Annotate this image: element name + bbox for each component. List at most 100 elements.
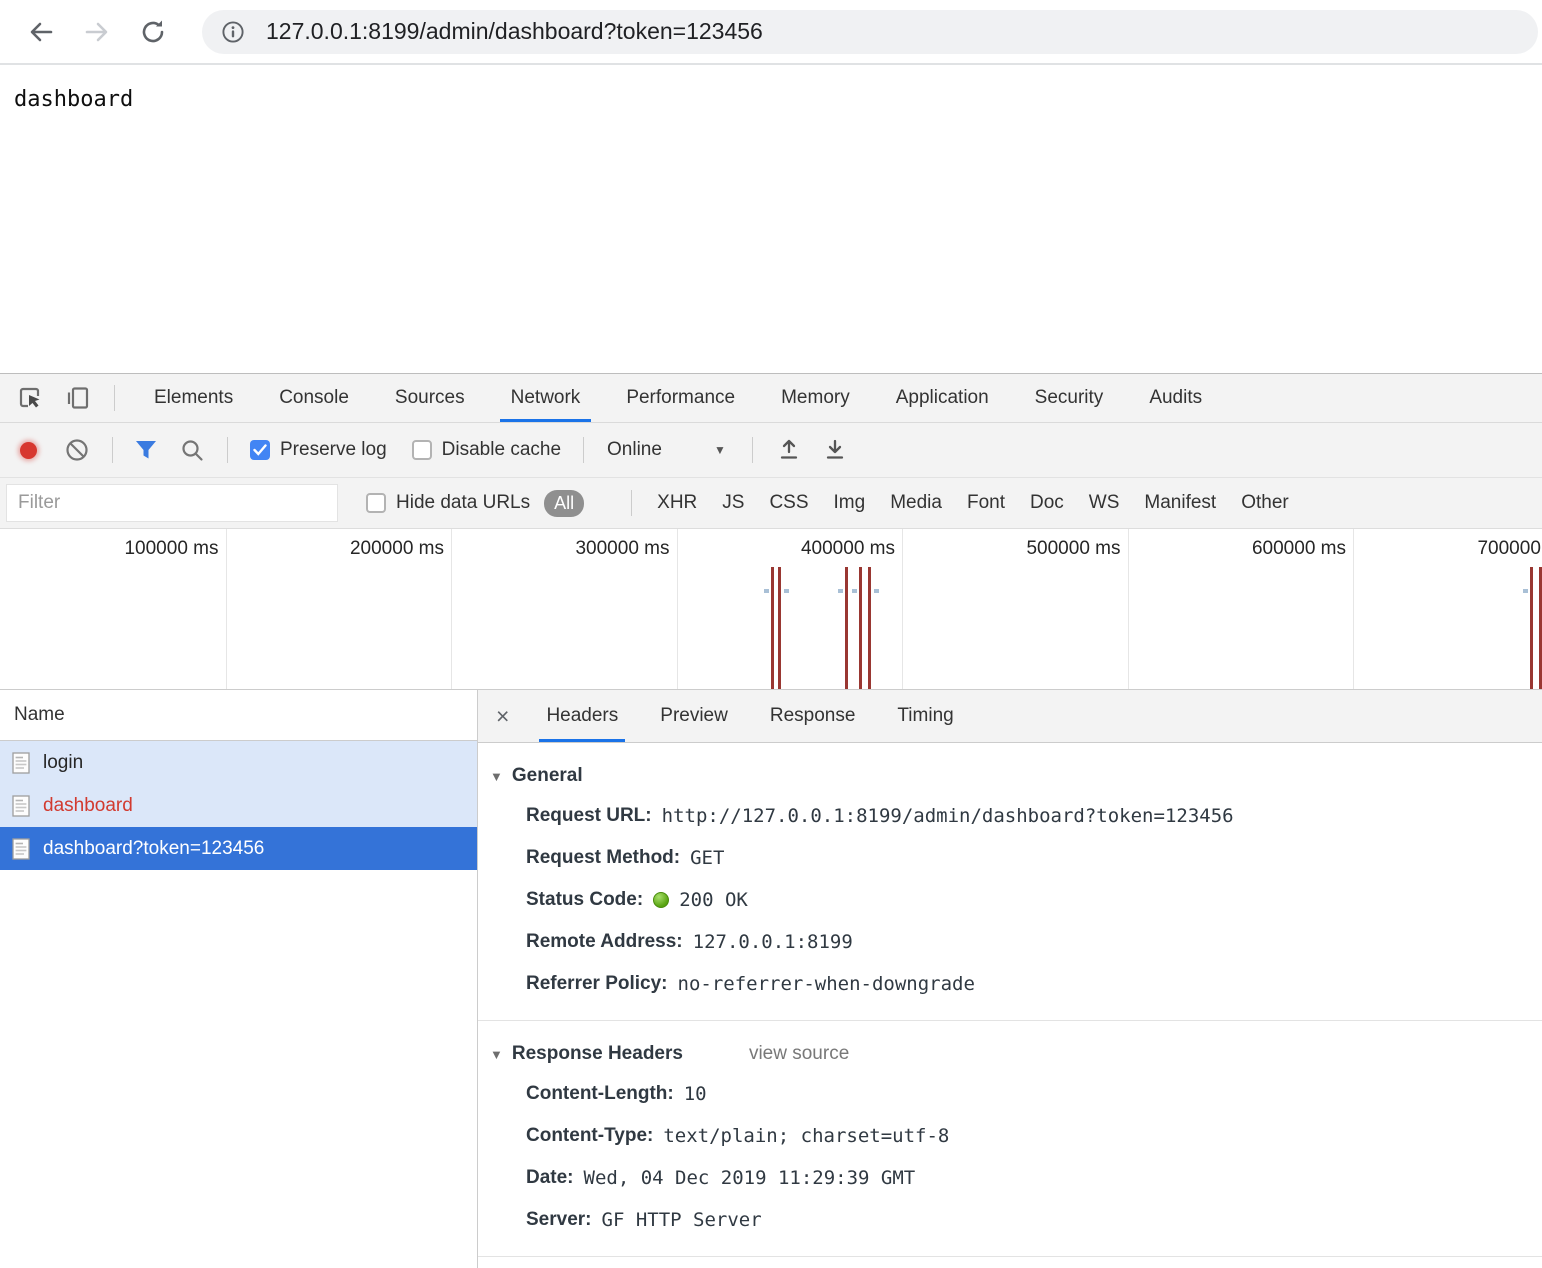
timeline-event-dot [1523, 589, 1528, 593]
throttling-dropdown[interactable]: Online ▼ [607, 439, 726, 461]
unchecked-checkbox-icon[interactable] [366, 493, 386, 513]
header-field-value: no-referrer-when-downgrade [678, 973, 975, 995]
header-field: Status Code:200 OK [526, 879, 1542, 921]
type-filter-media[interactable]: Media [890, 492, 942, 514]
timeline-event-dot [784, 589, 789, 593]
type-filter-all[interactable]: All [544, 490, 584, 517]
timeline-event-bar [778, 567, 781, 689]
request-name: dashboard?token=123456 [43, 838, 264, 860]
divider [227, 437, 228, 463]
type-filter-font[interactable]: Font [967, 492, 1005, 514]
timeline-event-dot [852, 589, 857, 593]
header-field-value: 10 [684, 1083, 707, 1105]
header-field: Remote Address:127.0.0.1:8199 [526, 921, 1542, 963]
header-field-value: GET [690, 847, 724, 869]
page-body-text: dashboard [14, 87, 133, 112]
details-tab-timing[interactable]: Timing [876, 690, 974, 742]
timeline-gridline [1128, 529, 1129, 689]
type-filter-other[interactable]: Other [1241, 492, 1289, 514]
details-tab-response[interactable]: Response [749, 690, 877, 742]
general-section-title: General [512, 765, 583, 787]
type-filter-doc[interactable]: Doc [1030, 492, 1064, 514]
type-filter-ws[interactable]: WS [1089, 492, 1120, 514]
general-section-header[interactable]: ▼ General [490, 765, 1542, 787]
timeline-gridline [451, 529, 452, 689]
unchecked-checkbox-icon[interactable] [412, 440, 432, 460]
details-tab-bar: × HeadersPreviewResponseTiming [478, 690, 1542, 743]
site-info-icon[interactable] [220, 19, 246, 45]
devtools-tab-performance[interactable]: Performance [603, 374, 758, 422]
header-field-label: Status Code: [526, 889, 643, 911]
checked-checkbox-icon[interactable] [250, 440, 270, 460]
header-field-value: 127.0.0.1:8199 [693, 931, 853, 953]
devtools-main-tabs: ElementsConsoleSourcesNetworkPerformance… [131, 374, 1225, 422]
devtools-tab-audits[interactable]: Audits [1126, 374, 1225, 422]
details-tabs: HeadersPreviewResponseTiming [525, 690, 974, 742]
import-har-icon[interactable] [777, 438, 801, 462]
type-filter-js[interactable]: JS [722, 492, 744, 514]
request-name: dashboard [43, 795, 133, 817]
request-row-2[interactable]: dashboard [0, 784, 477, 827]
filter-input[interactable] [6, 484, 338, 522]
forward-icon[interactable] [82, 17, 112, 47]
header-field: Date:Wed, 04 Dec 2019 11:29:39 GMT [526, 1157, 1542, 1199]
export-har-icon[interactable] [823, 438, 847, 462]
header-field-label: Request URL: [526, 805, 652, 827]
response-headers-section-header[interactable]: ▼ Response Headers view source [490, 1043, 1542, 1065]
request-row-3[interactable]: dashboard?token=123456 [0, 827, 477, 870]
hide-data-urls-checkbox[interactable]: Hide data URLs [366, 492, 530, 514]
timeline-gridline [902, 529, 903, 689]
timeline-overview[interactable]: 100000 ms200000 ms300000 ms400000 ms5000… [0, 529, 1542, 690]
timeline-tick-label: 600000 ms [1146, 538, 1346, 560]
preserve-log-checkbox[interactable]: Preserve log [250, 439, 387, 461]
type-filter-manifest[interactable]: Manifest [1144, 492, 1216, 514]
disable-cache-label: Disable cache [442, 439, 561, 461]
request-row-1[interactable]: login [0, 741, 477, 784]
header-field: Request Method: GET [526, 837, 1542, 879]
devtools-tab-memory[interactable]: Memory [758, 374, 873, 422]
type-filter-css[interactable]: CSS [769, 492, 808, 514]
devtools-tab-network[interactable]: Network [488, 374, 604, 422]
clear-icon[interactable] [64, 437, 90, 463]
header-field: Referrer Policy:no-referrer-when-downgra… [526, 963, 1542, 1005]
type-filter-xhr[interactable]: XHR [657, 492, 697, 514]
device-toolbar-icon[interactable] [64, 384, 92, 412]
filter-icon[interactable] [133, 437, 159, 463]
timeline-tick-label: 100000 ms [19, 538, 219, 560]
reload-icon[interactable] [138, 17, 168, 47]
back-icon[interactable] [26, 17, 56, 47]
timeline-gridline [226, 529, 227, 689]
request-details-panel: × HeadersPreviewResponseTiming ▼ General… [478, 690, 1542, 1268]
browser-toolbar [0, 0, 1542, 65]
type-filter-img[interactable]: Img [834, 492, 866, 514]
general-rows: Request URL: http://127.0.0.1:8199/admin/… [526, 795, 1542, 1005]
timeline-tick-label: 500000 ms [921, 538, 1121, 560]
view-source-link[interactable]: view source [749, 1043, 849, 1065]
inspect-element-icon[interactable] [16, 384, 44, 412]
divider [114, 385, 115, 411]
devtools-tab-elements[interactable]: Elements [131, 374, 256, 422]
preserve-log-label: Preserve log [280, 439, 387, 461]
devtools-tab-sources[interactable]: Sources [372, 374, 488, 422]
devtools-panel: ElementsConsoleSourcesNetworkPerformance… [0, 373, 1542, 1268]
timeline-event-bar [868, 567, 871, 689]
disable-cache-checkbox[interactable]: Disable cache [412, 439, 561, 461]
header-field-label: Request Method: [526, 847, 680, 869]
record-icon[interactable] [20, 442, 37, 459]
devtools-tab-application[interactable]: Application [873, 374, 1012, 422]
timeline-tick-label: 700000 ms [1372, 538, 1542, 560]
details-tab-preview[interactable]: Preview [639, 690, 749, 742]
header-field-value: http://127.0.0.1:8199/admin/dashboard?to… [662, 805, 1234, 827]
url-input[interactable] [264, 17, 1520, 46]
details-tab-headers[interactable]: Headers [525, 690, 639, 742]
devtools-tab-console[interactable]: Console [256, 374, 372, 422]
close-icon[interactable]: × [496, 705, 509, 728]
timeline-event-bar [771, 567, 774, 689]
url-bar[interactable] [202, 10, 1538, 54]
search-icon[interactable] [179, 437, 205, 463]
name-column-header[interactable]: Name [0, 690, 477, 741]
divider [112, 437, 113, 463]
header-field-value: Wed, 04 Dec 2019 11:29:39 GMT [584, 1167, 916, 1189]
devtools-tab-security[interactable]: Security [1012, 374, 1127, 422]
document-icon [12, 795, 30, 817]
